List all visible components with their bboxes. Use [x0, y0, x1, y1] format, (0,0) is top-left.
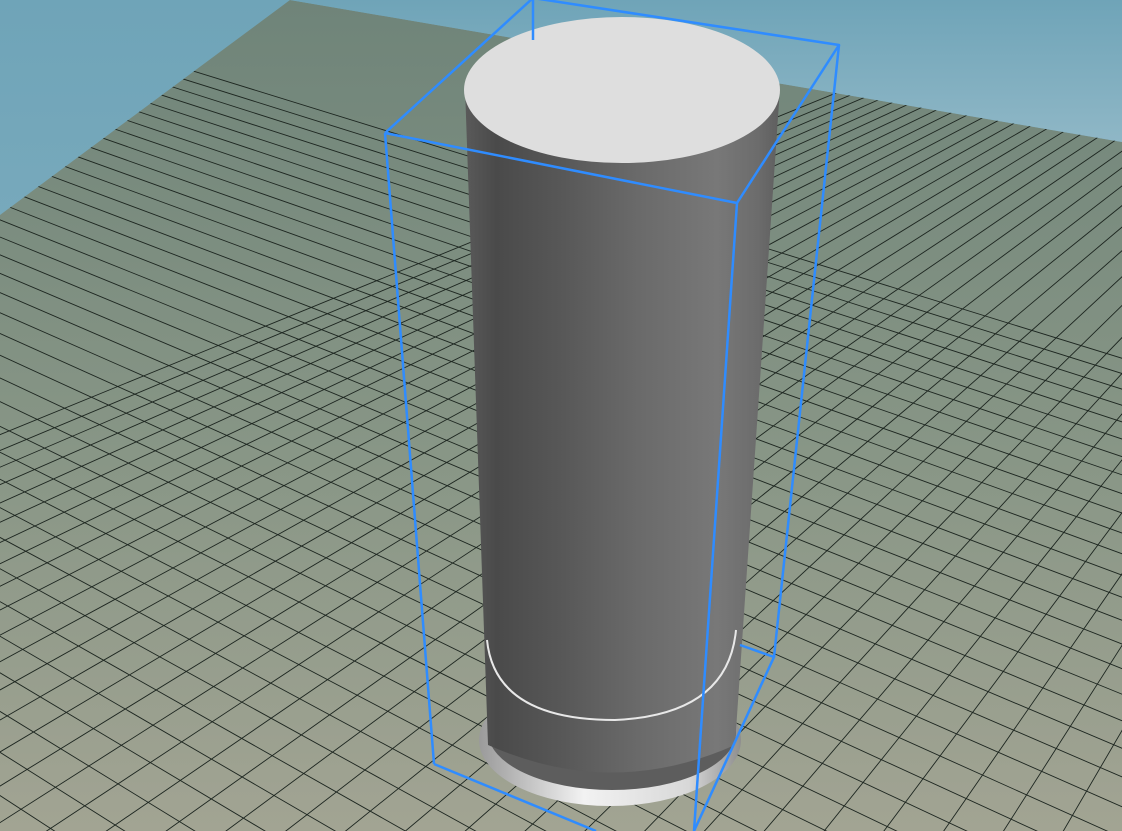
cylinder-object[interactable]: [464, 17, 780, 806]
cylinder-body: [465, 88, 780, 773]
cylinder-top-cap: [464, 17, 780, 163]
scene-canvas[interactable]: [0, 0, 1122, 831]
3d-viewport[interactable]: [0, 0, 1122, 831]
